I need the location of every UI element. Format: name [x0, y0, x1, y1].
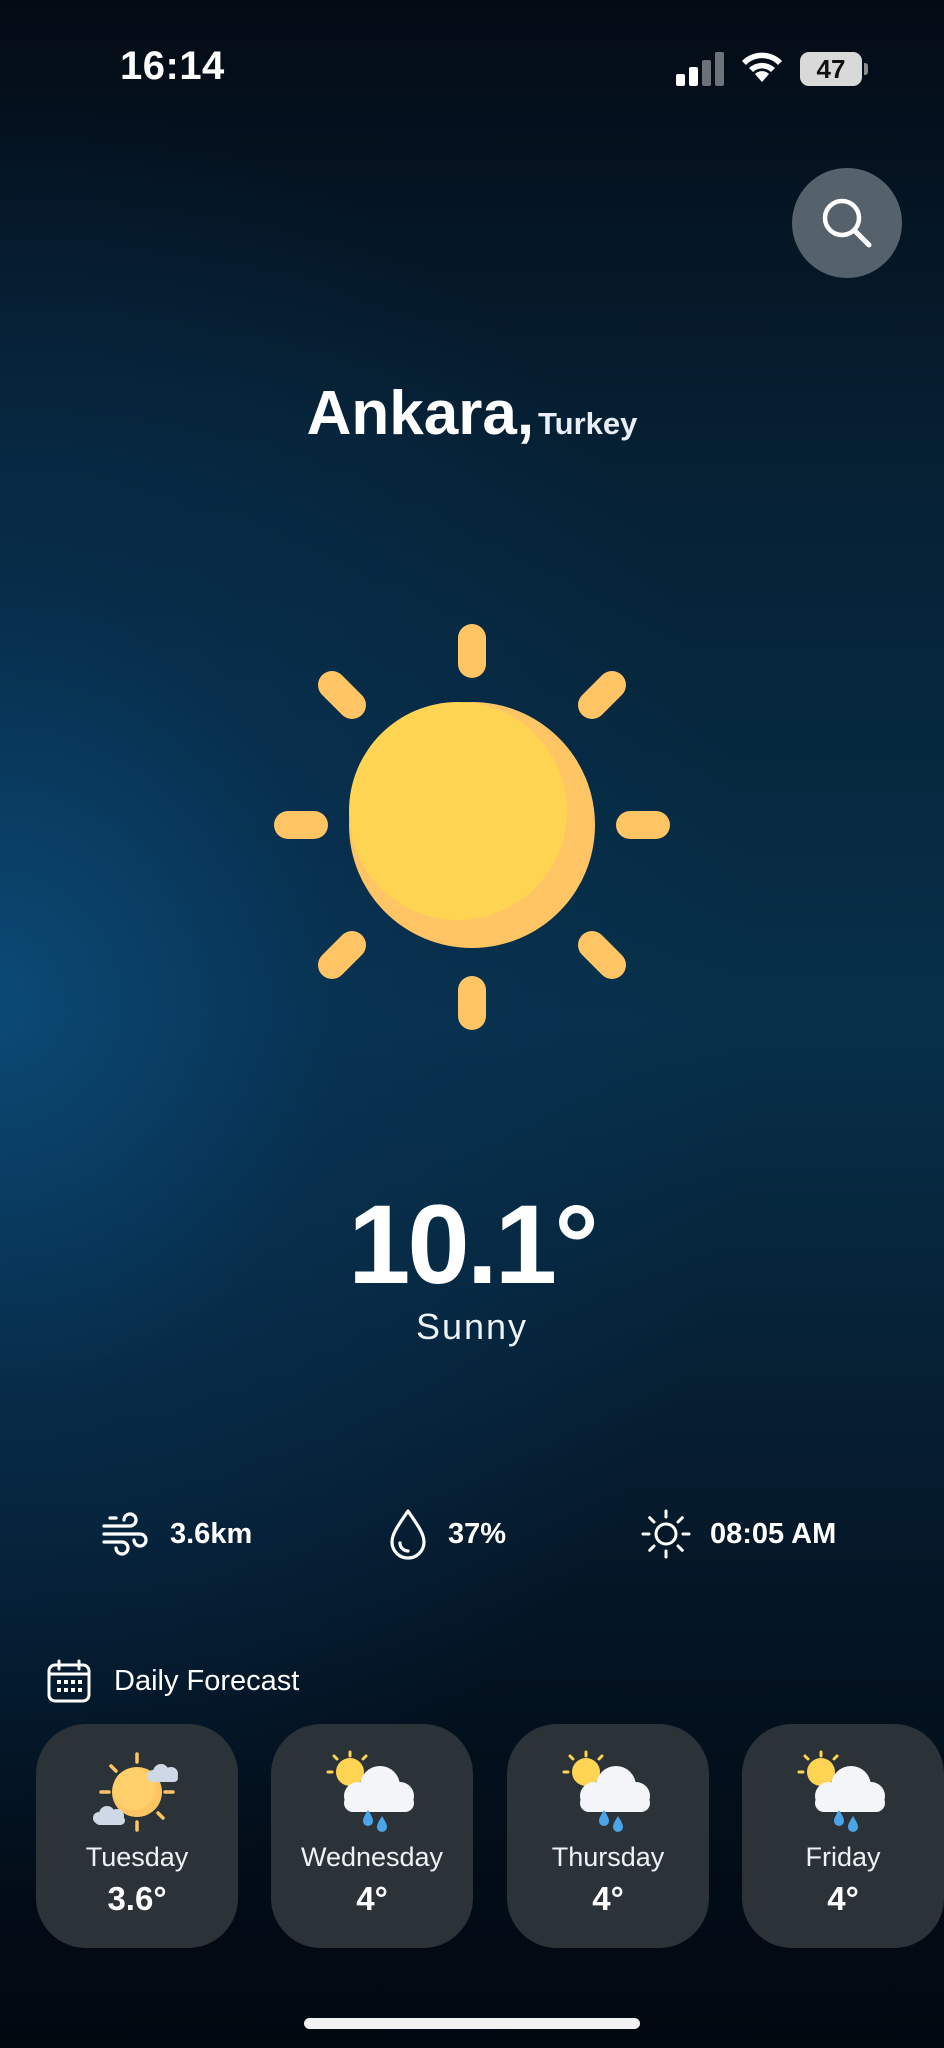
- forecast-card-thursday[interactable]: Thursday 4°: [507, 1724, 709, 1948]
- forecast-card-wednesday[interactable]: Wednesday 4°: [271, 1724, 473, 1948]
- battery-level: 47: [816, 53, 846, 84]
- forecast-temp: 3.6°: [107, 1880, 167, 1917]
- daily-forecast-title: Daily Forecast: [114, 1664, 300, 1697]
- humidity-value: 37%: [448, 1517, 507, 1550]
- country-name: Turkey: [538, 406, 638, 441]
- wind-icon: [102, 1512, 148, 1556]
- forecast-day: Tuesday: [85, 1842, 189, 1872]
- sunrise-metric: 08:05 AM: [640, 1506, 836, 1562]
- humidity-metric: 37%: [386, 1506, 506, 1562]
- city-name: Ankara,: [306, 379, 535, 448]
- forecast-temp: 4°: [827, 1880, 859, 1917]
- search-icon: [822, 198, 872, 248]
- weather-condition: Sunny: [415, 1306, 529, 1347]
- calendar-icon: [47, 1659, 91, 1703]
- partly-sunny-icon: [93, 1752, 178, 1832]
- forecast-day: Thursday: [551, 1842, 665, 1872]
- forecast-temp: 4°: [592, 1880, 624, 1917]
- search-button[interactable]: [792, 168, 902, 278]
- droplet-icon: [390, 1509, 426, 1560]
- sun-icon: [274, 624, 670, 1030]
- wind-metric: 3.6km: [100, 1506, 252, 1562]
- forecast-card-friday[interactable]: Friday 4°: [742, 1724, 944, 1948]
- battery-indicator: 47: [800, 52, 862, 86]
- sun-rain-cloud-icon: [797, 1750, 885, 1832]
- current-temperature: 10.1°: [348, 1182, 599, 1307]
- forecast-card-tuesday[interactable]: Tuesday 3.6°: [36, 1724, 238, 1948]
- location-heading: Ankara, Turkey: [0, 378, 944, 449]
- wind-value: 3.6km: [170, 1517, 253, 1550]
- cellular-signal-icon: [676, 52, 724, 86]
- status-time: 16:14: [120, 44, 225, 88]
- sun-outline-icon: [641, 1509, 691, 1559]
- sun-rain-cloud-icon: [326, 1750, 414, 1832]
- forecast-temp: 4°: [356, 1880, 388, 1917]
- forecast-day: Friday: [805, 1842, 881, 1872]
- wifi-icon: [740, 50, 784, 84]
- sunrise-value: 08:05 AM: [710, 1517, 837, 1550]
- home-indicator[interactable]: [304, 2018, 640, 2029]
- sun-rain-cloud-icon: [562, 1750, 650, 1832]
- daily-forecast-header: Daily Forecast: [46, 1658, 299, 1704]
- battery-tip: [864, 63, 868, 75]
- forecast-day: Wednesday: [300, 1842, 444, 1872]
